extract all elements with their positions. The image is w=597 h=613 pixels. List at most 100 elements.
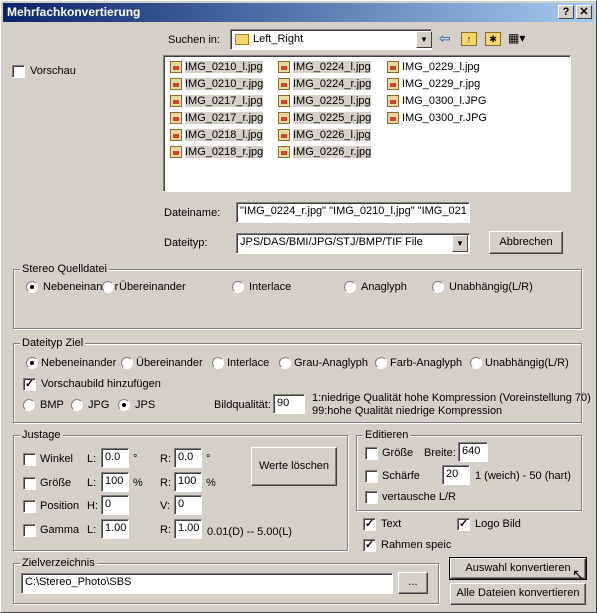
- left-value-label: H:: [87, 500, 98, 512]
- filetype-chevron-icon[interactable]: ▼: [452, 235, 468, 252]
- view-menu-icon[interactable]: ▦▾: [508, 32, 530, 46]
- justage-checkbox[interactable]: [23, 500, 36, 513]
- target-radio[interactable]: [279, 357, 291, 369]
- image-file-icon: [278, 112, 290, 124]
- mouse-cursor-icon: ↖: [572, 566, 584, 582]
- file-item[interactable]: IMG_0210_l.jpg: [169, 59, 263, 75]
- file-item[interactable]: IMG_0225_l.jpg: [277, 93, 371, 109]
- left-value-label: L:: [87, 524, 97, 536]
- file-name: IMG_0225_r.jpg: [293, 112, 372, 124]
- sharpness-label: Schärfe: [382, 470, 420, 482]
- file-item[interactable]: IMG_0224_r.jpg: [277, 76, 372, 92]
- up-folder-icon[interactable]: ↑: [461, 32, 477, 46]
- file-item[interactable]: IMG_0218_r.jpg: [169, 144, 264, 160]
- right-value-input[interactable]: 100: [174, 472, 202, 492]
- left-value-input[interactable]: 1.00: [101, 519, 129, 539]
- justage-row-label: Gamma: [40, 524, 80, 536]
- swap-lr-checkbox[interactable]: [365, 491, 378, 504]
- source-radio[interactable]: [232, 281, 244, 293]
- convert-selected-button[interactable]: Auswahl konvertieren: [449, 557, 587, 580]
- edit-legend: Editieren: [363, 429, 411, 441]
- right-value-label: V:: [160, 500, 170, 512]
- image-file-icon: [278, 146, 290, 158]
- target-option-label: Grau-Anaglyph: [294, 357, 368, 369]
- left-unit-label: °: [133, 453, 138, 465]
- file-item[interactable]: IMG_0210_r.jpg: [169, 76, 264, 92]
- quality-input[interactable]: 90: [273, 394, 305, 414]
- image-file-icon: [387, 61, 399, 73]
- target-radio[interactable]: [212, 357, 224, 369]
- file-item[interactable]: IMG_0224_l.jpg: [277, 59, 371, 75]
- text-checkbox[interactable]: ✓: [363, 518, 376, 531]
- file-item[interactable]: IMG_0218_l.jpg: [169, 127, 263, 143]
- logo-checkbox[interactable]: ✓: [457, 518, 470, 531]
- file-item[interactable]: IMG_0226_r.jpg: [277, 144, 372, 160]
- source-radio[interactable]: [102, 281, 114, 293]
- target-option-label: Unabhängig(L/R): [485, 357, 569, 369]
- dialog-window: Mehrfachkonvertierung ? ✕ Vorschau Suche…: [0, 0, 597, 613]
- target-radio[interactable]: [470, 357, 482, 369]
- source-radio[interactable]: [26, 281, 38, 293]
- preview-checkbox[interactable]: [12, 65, 25, 78]
- format-radio[interactable]: [118, 399, 130, 411]
- help-button[interactable]: ?: [558, 5, 574, 19]
- close-button[interactable]: ✕: [576, 5, 592, 19]
- left-value-input[interactable]: 100: [101, 472, 129, 492]
- width-input[interactable]: 640: [458, 442, 488, 462]
- folder-icon: [235, 34, 249, 45]
- target-radio[interactable]: [26, 357, 38, 369]
- cancel-button[interactable]: Abbrechen: [489, 231, 563, 254]
- source-radio[interactable]: [344, 281, 356, 293]
- left-value-input[interactable]: 0: [101, 495, 129, 515]
- back-arrow-icon[interactable]: ⇦: [439, 31, 455, 47]
- file-item[interactable]: IMG_0300_l.JPG: [386, 93, 486, 109]
- right-value-input[interactable]: 0: [174, 495, 202, 515]
- frame-checkbox[interactable]: ✓: [363, 539, 376, 552]
- thumb-checkbox[interactable]: ✓: [23, 378, 36, 391]
- chevron-down-icon[interactable]: ▼: [416, 31, 432, 48]
- file-name: IMG_0229_l.jpg: [402, 61, 480, 73]
- file-name: IMG_0218_l.jpg: [185, 129, 263, 141]
- source-radio[interactable]: [432, 281, 444, 293]
- file-item[interactable]: IMG_0229_l.jpg: [386, 59, 480, 75]
- sharpness-checkbox[interactable]: [365, 470, 378, 483]
- left-value-input[interactable]: 0.0: [101, 448, 129, 468]
- title-bar: Mehrfachkonvertierung: [3, 3, 594, 22]
- preview-label: Vorschau: [30, 65, 76, 77]
- convert-all-button[interactable]: Alle Dateien konvertieren: [450, 583, 586, 605]
- thumb-label: Vorschaubild hinzufügen: [41, 378, 161, 390]
- lookin-dropdown[interactable]: Left_Right: [230, 29, 432, 50]
- target-radio[interactable]: [121, 357, 133, 369]
- filename-label: Dateiname:: [164, 207, 221, 219]
- right-unit-label: %: [206, 477, 216, 489]
- reset-values-button[interactable]: Werte löschen: [251, 447, 337, 486]
- target-dir-input[interactable]: C:\Stereo_Photo\SBS: [21, 573, 393, 594]
- justage-checkbox[interactable]: [23, 477, 36, 490]
- sharpness-input[interactable]: 20: [442, 465, 470, 485]
- filetype-select[interactable]: JPS/DAS/BMI/JPG/STJ/BMP/TIF File: [236, 233, 470, 254]
- format-radio[interactable]: [71, 399, 83, 411]
- right-value-label: R:: [160, 524, 171, 536]
- file-item[interactable]: IMG_0225_r.jpg: [277, 110, 372, 126]
- size-checkbox[interactable]: [365, 447, 378, 460]
- format-option-label: JPG: [88, 399, 110, 411]
- gamma-hint: 0.01(D) -- 5.00(L): [207, 526, 292, 538]
- format-radio[interactable]: [23, 399, 35, 411]
- file-item[interactable]: IMG_0226_l.jpg: [277, 127, 371, 143]
- target-option-label: Interlace: [227, 357, 270, 369]
- filename-input[interactable]: "IMG_0224_r.jpg" "IMG_0210_l.jpg" "IMG_0…: [236, 202, 470, 223]
- file-item[interactable]: IMG_0217_r.jpg: [169, 110, 264, 126]
- justage-checkbox[interactable]: [23, 524, 36, 537]
- right-value-input[interactable]: 0.0: [174, 448, 202, 468]
- size-label: Größe: [382, 447, 414, 459]
- file-item[interactable]: IMG_0300_r.JPG: [386, 110, 487, 126]
- right-value-input[interactable]: 1.00: [174, 519, 202, 539]
- file-item[interactable]: IMG_0229_r.jpg: [386, 76, 480, 92]
- browse-button[interactable]: ...: [398, 572, 428, 594]
- justage-checkbox[interactable]: [23, 453, 36, 466]
- target-radio[interactable]: [375, 357, 387, 369]
- file-item[interactable]: IMG_0217_l.jpg: [169, 93, 263, 109]
- new-folder-icon[interactable]: ✱: [485, 32, 501, 46]
- format-option-label: BMP: [40, 399, 64, 411]
- file-list[interactable]: IMG_0210_l.jpg IMG_0210_r.jpg IMG_0217_l.j…: [163, 55, 571, 192]
